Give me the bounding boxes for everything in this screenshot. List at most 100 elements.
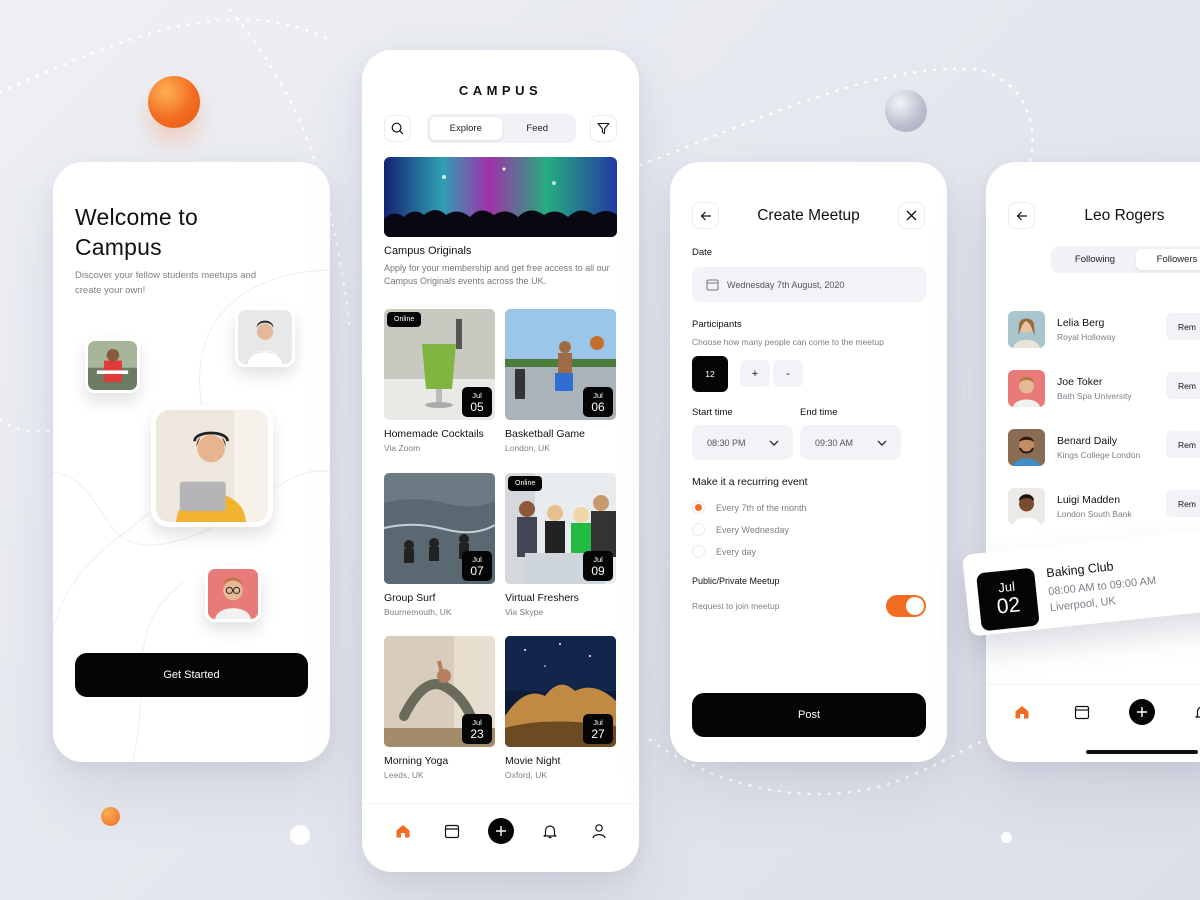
avatar bbox=[1008, 428, 1045, 466]
bottom-tab-bar bbox=[362, 803, 639, 857]
get-started-button[interactable]: Get Started bbox=[75, 653, 308, 697]
follower-row[interactable]: Joe Toker Bath Spa University Rem bbox=[1008, 363, 1200, 413]
date-badge: Jul 27 bbox=[583, 714, 613, 744]
participants-hint: Choose how many people can come to the m… bbox=[692, 337, 884, 347]
event-card[interactable]: Jul 23 Morning Yoga Leeds, UK bbox=[384, 636, 495, 780]
avatar-man-glasses bbox=[205, 566, 261, 622]
event-card[interactable]: Jul 07 Group Surf Bournemouth, UK bbox=[384, 473, 495, 617]
avatar bbox=[1008, 487, 1045, 525]
decrement-button[interactable]: - bbox=[773, 360, 803, 387]
avatar bbox=[1008, 310, 1045, 348]
tab-home[interactable] bbox=[390, 818, 416, 844]
remove-button[interactable]: Rem bbox=[1166, 490, 1200, 517]
event-location: Via Zoom bbox=[384, 443, 421, 453]
event-location: Bournemouth, UK bbox=[384, 607, 452, 617]
search-button[interactable] bbox=[384, 115, 411, 142]
date-badge: Jul 05 bbox=[462, 387, 492, 417]
follower-row[interactable]: Benard Daily Kings College London Rem bbox=[1008, 422, 1200, 472]
radio[interactable] bbox=[692, 545, 705, 558]
increment-button[interactable]: + bbox=[740, 360, 770, 387]
date-badge: Jul 07 bbox=[462, 551, 492, 581]
tab-following[interactable]: Following bbox=[1054, 249, 1136, 270]
explore-feed-switch: Explore Feed bbox=[427, 114, 576, 143]
bottom-tab-bar bbox=[986, 684, 1200, 738]
date-badge: Jul 23 bbox=[462, 714, 492, 744]
tab-followers[interactable]: Followers bbox=[1136, 249, 1200, 270]
event-card[interactable]: Jul 27 Movie Night Oxford, UK bbox=[505, 636, 616, 780]
chevron-down-icon bbox=[877, 440, 887, 446]
end-time-label: End time bbox=[800, 407, 838, 418]
create-button[interactable] bbox=[487, 817, 514, 844]
date-field[interactable]: Wednesday 7th August, 2020 bbox=[692, 267, 926, 302]
participants-count[interactable]: 12 bbox=[692, 356, 728, 392]
recurring-option[interactable]: Every 7th of the month bbox=[692, 501, 807, 514]
following-followers-switch: Following Followers bbox=[1051, 246, 1200, 273]
event-title: Virtual Freshers bbox=[505, 592, 579, 604]
bell-icon bbox=[1195, 706, 1200, 718]
home-icon bbox=[1015, 705, 1029, 718]
date-badge: Jul 06 bbox=[583, 387, 613, 417]
plus-icon bbox=[1137, 706, 1147, 717]
event-title: Movie Night bbox=[505, 755, 561, 767]
remove-button[interactable]: Rem bbox=[1166, 372, 1200, 399]
welcome-screen: Welcome to Campus Discover your fellow s… bbox=[53, 162, 330, 762]
date-value: Wednesday 7th August, 2020 bbox=[727, 279, 845, 290]
tab-notifications[interactable] bbox=[1189, 699, 1200, 725]
start-time-select[interactable]: 08:30 PM bbox=[692, 425, 793, 460]
event-card[interactable]: Online Jul 05 Homemade Cocktails Via Zoom bbox=[384, 309, 495, 453]
welcome-title: Welcome to Campus bbox=[75, 204, 199, 260]
search-icon bbox=[391, 122, 404, 135]
profile-screen: Leo Rogers Following Followers Lelia Ber… bbox=[986, 162, 1200, 762]
profile-name: Leo Rogers bbox=[1084, 207, 1165, 224]
calendar-icon bbox=[706, 279, 719, 291]
event-location: London, UK bbox=[505, 443, 550, 453]
app-logo: CAMPUS bbox=[458, 83, 543, 98]
event-title: Group Surf bbox=[384, 592, 436, 604]
request-to-join-toggle[interactable] bbox=[886, 595, 926, 617]
date-badge: Jul 02 bbox=[976, 567, 1040, 632]
avatar-runner bbox=[85, 338, 140, 393]
recurring-option[interactable]: Every Wednesday bbox=[692, 523, 789, 536]
post-button[interactable]: Post bbox=[692, 693, 926, 737]
home-indicator bbox=[1086, 750, 1198, 754]
bell-icon bbox=[542, 824, 557, 838]
close-icon bbox=[906, 210, 917, 221]
tab-calendar[interactable] bbox=[1069, 699, 1095, 725]
create-button[interactable] bbox=[1129, 698, 1155, 725]
event-location: Leeds, UK bbox=[384, 770, 424, 780]
end-time-select[interactable]: 09:30 AM bbox=[800, 425, 901, 460]
remove-button[interactable]: Rem bbox=[1166, 313, 1200, 340]
radio[interactable] bbox=[692, 523, 705, 536]
event-card[interactable]: Online Jul 09 Virtual Freshers Via Skype bbox=[505, 473, 616, 617]
avatar-woman-headphones bbox=[151, 405, 273, 527]
recurring-label: Make it a recurring event bbox=[692, 476, 808, 488]
radio-selected[interactable] bbox=[692, 501, 705, 514]
filter-button[interactable] bbox=[590, 115, 617, 142]
calendar-icon bbox=[1074, 705, 1090, 719]
profile-icon bbox=[591, 823, 606, 838]
visibility-label: Public/Private Meetup bbox=[692, 576, 780, 586]
tab-calendar[interactable] bbox=[439, 818, 465, 844]
follower-row[interactable]: Lelia Berg Royal Holloway Rem bbox=[1008, 304, 1200, 354]
avatar bbox=[1008, 369, 1045, 407]
follower-row[interactable]: Luigi Madden London South Bank Rem bbox=[1008, 481, 1200, 531]
remove-button[interactable]: Rem bbox=[1166, 431, 1200, 458]
date-badge: Jul 09 bbox=[583, 551, 613, 581]
event-details: 08:00 AM to 09:00 AM Liverpool, UK bbox=[1048, 573, 1159, 616]
close-button[interactable] bbox=[898, 202, 925, 229]
tab-explore[interactable]: Explore bbox=[430, 117, 502, 140]
calendar-icon bbox=[444, 824, 459, 838]
event-card[interactable]: Jul 06 Basketball Game London, UK bbox=[505, 309, 616, 453]
online-badge: Online bbox=[387, 312, 422, 327]
tab-feed[interactable]: Feed bbox=[502, 117, 574, 140]
campus-originals-banner[interactable] bbox=[384, 157, 617, 237]
tab-notifications[interactable] bbox=[537, 818, 563, 844]
tab-home[interactable] bbox=[1009, 699, 1035, 725]
event-title: Baking Club bbox=[1045, 559, 1115, 581]
create-meetup-screen: Create Meetup Date Wednesday 7th August,… bbox=[670, 162, 947, 762]
chevron-down-icon bbox=[769, 440, 779, 446]
plus-icon bbox=[495, 825, 506, 836]
recurring-option[interactable]: Every day bbox=[692, 545, 756, 558]
date-label: Date bbox=[692, 247, 713, 258]
tab-profile[interactable] bbox=[586, 818, 612, 844]
